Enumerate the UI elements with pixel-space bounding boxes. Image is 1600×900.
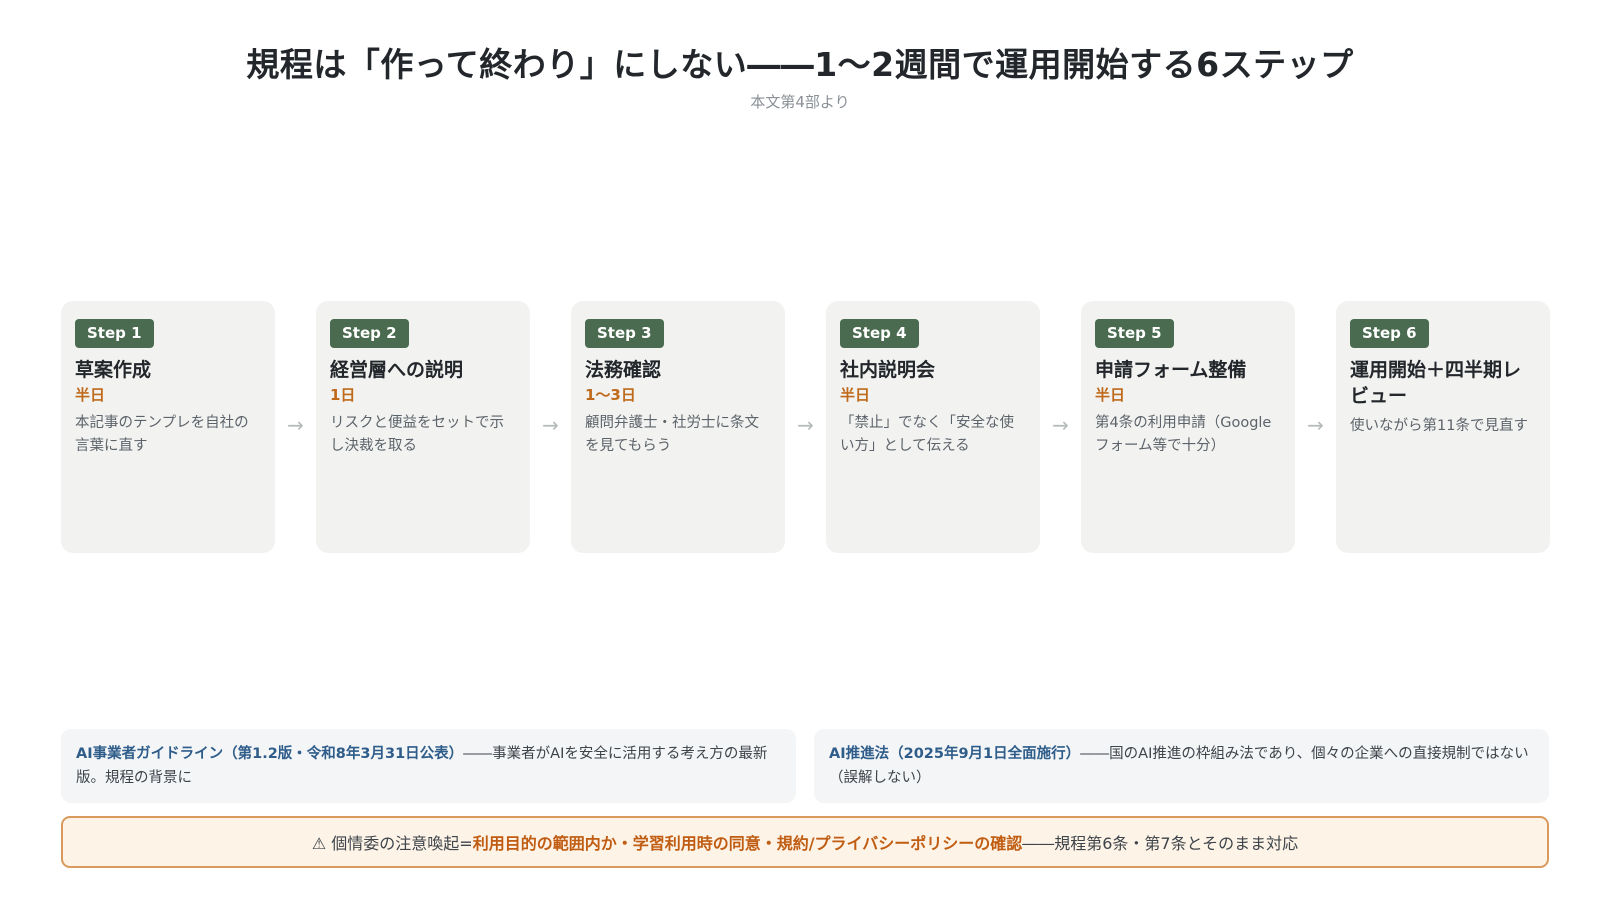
step-duration: 半日 <box>840 386 871 404</box>
step-badge: Step 2 <box>330 319 409 348</box>
page-title: 規程は「作って終わり」にしない――1〜2週間で運用開始する6ステップ <box>246 45 1354 84</box>
step-description: 使いながら第11条で見直す <box>1350 418 1528 434</box>
step-card-4: Step 4 社内説明会 半日 「禁止」でなく「安全な使い方」として伝える <box>826 301 1040 553</box>
step-badge: Step 3 <box>585 319 664 348</box>
step-duration: 半日 <box>75 386 106 404</box>
note-guideline: AI事業者ガイドライン（第1.2版・令和8年3月31日公表）――事業者がAIを安… <box>61 729 796 803</box>
steps-flow: Step 1 草案作成 半日 本記事のテンプレを自社の言葉に直す → Step … <box>61 301 1550 553</box>
note-ai-law: AI推進法（2025年9月1日全面施行）――国のAI推進の枠組み法であり、個々の… <box>814 729 1549 803</box>
warning-highlight: 利用目的の範囲内か・学習利用時の同意・規約/プライバシーポリシーの確認 <box>472 834 1023 853</box>
page-subtitle: 本文第4部より <box>750 93 850 111</box>
arrow-right-icon: → <box>797 413 814 437</box>
step-duration: 半日 <box>1095 386 1126 404</box>
step-description: リスクと便益をセットで示し決裁を取る <box>330 415 504 454</box>
step-badge: Step 4 <box>840 319 919 348</box>
step-card-6: Step 6 運用開始＋四半期レビュー 使いながら第11条で見直す <box>1336 301 1550 553</box>
step-title: 運用開始＋四半期レビュー <box>1350 359 1522 407</box>
step-card-3: Step 3 法務確認 1〜3日 顧問弁護士・社労士に条文を見てもらう <box>571 301 785 553</box>
warning-suffix: ――規程第6条・第7条とそのまま対応 <box>1022 834 1299 853</box>
step-description: 本記事のテンプレを自社の言葉に直す <box>75 415 249 454</box>
warning-banner: ⚠ 個情委の注意喚起= 利用目的の範囲内か・学習利用時の同意・規約/プライバシーポ… <box>61 816 1549 868</box>
arrow-right-icon: → <box>287 413 304 437</box>
step-description: 第4条の利用申請（Googleフォーム等で十分） <box>1095 415 1272 454</box>
warning-prefix: ⚠ 個情委の注意喚起= <box>311 834 473 853</box>
step-description: 顧問弁護士・社労士に条文を見てもらう <box>585 415 759 454</box>
step-duration: 1〜3日 <box>585 386 636 404</box>
step-card-1: Step 1 草案作成 半日 本記事のテンプレを自社の言葉に直す <box>61 301 275 553</box>
arrow-right-icon: → <box>1307 413 1324 437</box>
step-title: 法務確認 <box>585 359 662 381</box>
step-duration: 1日 <box>330 386 356 404</box>
step-title: 申請フォーム整備 <box>1095 359 1247 381</box>
step-badge: Step 5 <box>1095 319 1174 348</box>
step-card-5: Step 5 申請フォーム整備 半日 第4条の利用申請（Googleフォーム等で… <box>1081 301 1295 553</box>
step-card-2: Step 2 経営層への説明 1日 リスクと便益をセットで示し決裁を取る <box>316 301 530 553</box>
step-badge: Step 1 <box>75 319 154 348</box>
step-badge: Step 6 <box>1350 319 1429 348</box>
note-highlight: AI事業者ガイドライン（第1.2版・令和8年3月31日公表） <box>76 746 464 762</box>
reference-notes: AI事業者ガイドライン（第1.2版・令和8年3月31日公表）――事業者がAIを安… <box>61 729 1549 803</box>
step-title: 経営層への説明 <box>330 359 464 381</box>
step-title: 社内説明会 <box>840 359 936 381</box>
arrow-right-icon: → <box>1052 413 1069 437</box>
step-description: 「禁止」でなく「安全な使い方」として伝える <box>840 415 1014 454</box>
note-highlight: AI推進法（2025年9月1日全面施行） <box>829 746 1081 762</box>
step-title: 草案作成 <box>75 359 152 381</box>
arrow-right-icon: → <box>542 413 559 437</box>
